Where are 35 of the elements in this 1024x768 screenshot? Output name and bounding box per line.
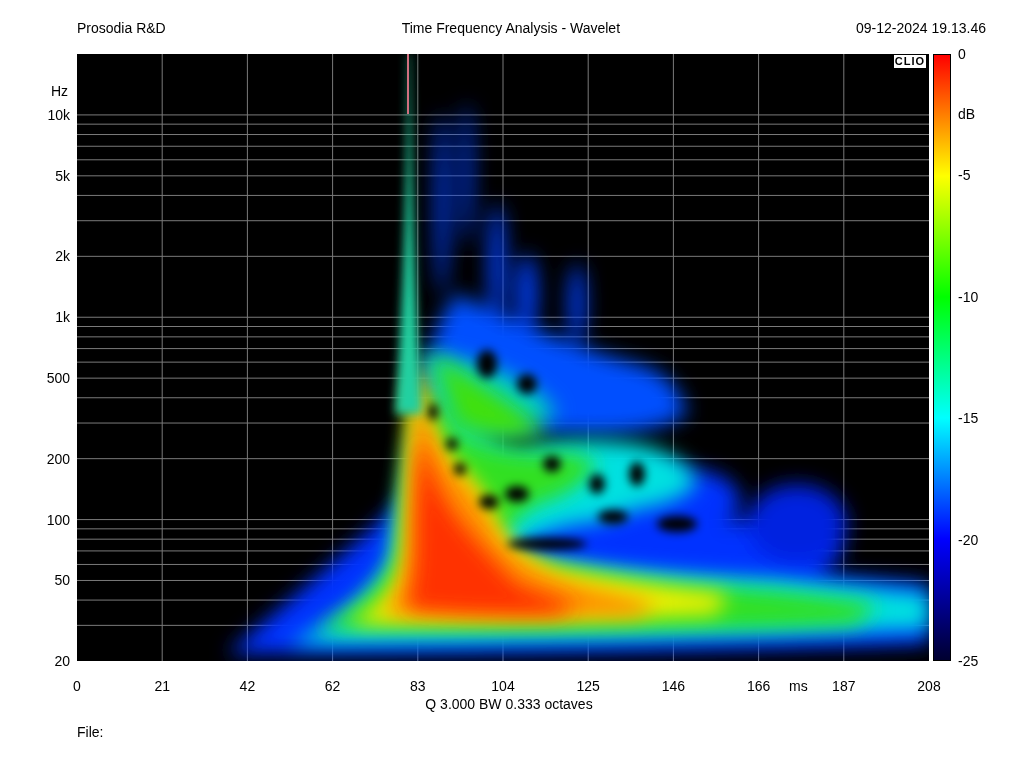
chart-title: Time Frequency Analysis - Wavelet bbox=[401, 19, 621, 38]
y-axis-label: 1k bbox=[54, 309, 70, 326]
color-scale-label: -10 bbox=[958, 288, 979, 305]
date-time: 09-12-2024 19.13.46 bbox=[856, 19, 986, 38]
y-axis-unit: Hz bbox=[49, 82, 68, 99]
y-axis-label: 50 bbox=[53, 572, 70, 589]
color-scale-label: -25 bbox=[958, 653, 979, 669]
y-axis-label: 2k bbox=[54, 248, 70, 265]
x-axis-unit: ms bbox=[789, 678, 808, 694]
y-axis-label: 200 bbox=[45, 450, 70, 467]
x-axis-label: 42 bbox=[238, 678, 257, 694]
y-axis-label: 5k bbox=[54, 167, 70, 184]
color-scale-label: -5 bbox=[958, 167, 971, 184]
x-axis-label: 104 bbox=[490, 678, 516, 694]
color-scale-label: 0 bbox=[958, 46, 966, 62]
x-axis-label: 146 bbox=[660, 678, 687, 694]
y-axis-label: 10k bbox=[46, 106, 70, 123]
y-axis-label: 500 bbox=[45, 370, 70, 387]
x-axis-label: 125 bbox=[575, 678, 601, 694]
clio-logo: CLIO bbox=[893, 55, 926, 68]
analysis-settings: Q 3.000 BW 0.333 octaves bbox=[424, 696, 594, 712]
color-scale-unit: dB bbox=[958, 106, 976, 122]
color-scale-label: -15 bbox=[958, 410, 979, 427]
company-name: Prosodia R&D bbox=[77, 19, 166, 38]
x-axis-label: 83 bbox=[409, 678, 427, 694]
x-axis-label: 208 bbox=[916, 678, 942, 694]
y-axis-label: 100 bbox=[45, 511, 70, 528]
file-label: File: bbox=[77, 724, 104, 740]
y-axis-label: 20 bbox=[53, 653, 70, 669]
x-axis-label: 62 bbox=[323, 678, 342, 694]
color-scale-label: -20 bbox=[958, 531, 979, 548]
x-axis-label: 166 bbox=[745, 678, 772, 694]
x-axis-label: 187 bbox=[831, 678, 857, 694]
x-axis-label: 0 bbox=[72, 678, 82, 694]
x-axis-label: 21 bbox=[153, 678, 171, 694]
